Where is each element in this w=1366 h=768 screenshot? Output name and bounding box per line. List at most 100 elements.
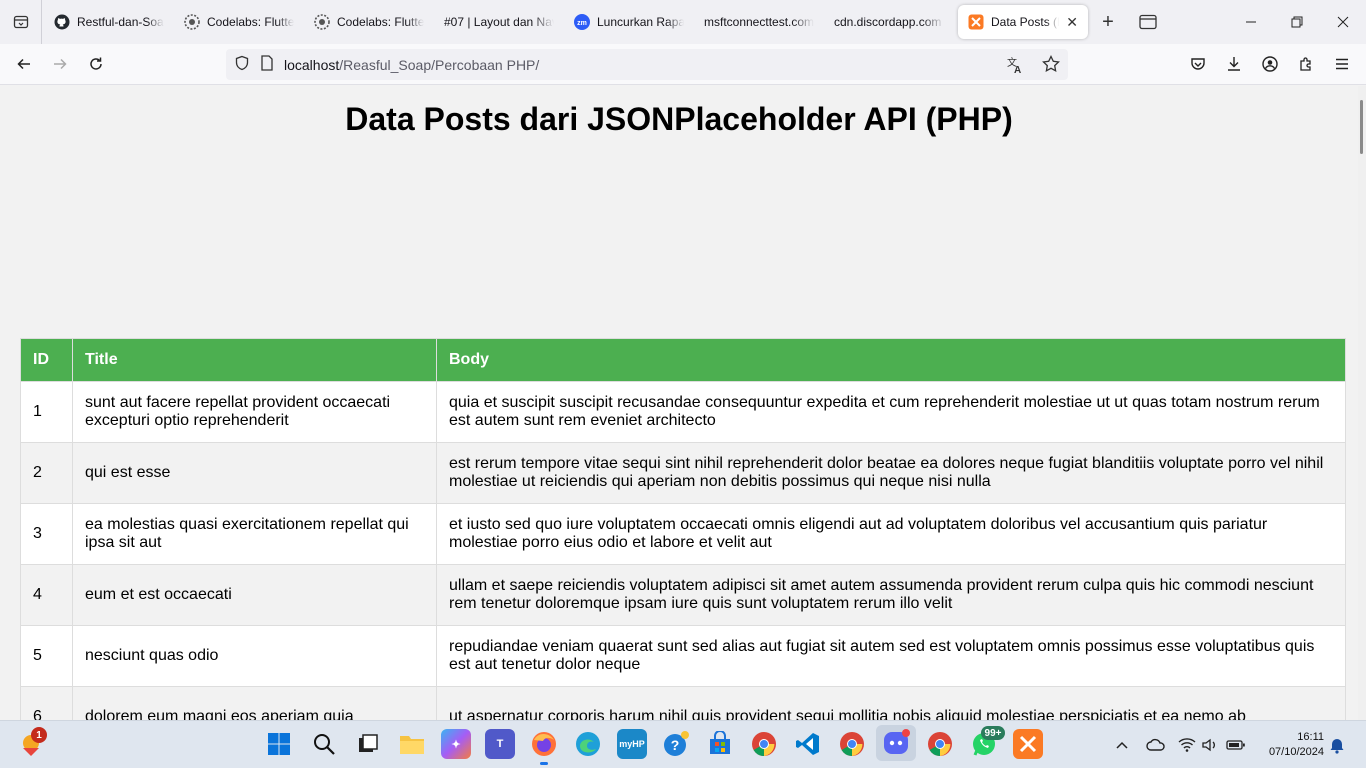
weather-widget[interactable]: 1 (17, 727, 47, 759)
tab-label: Data Posts (PHP) (991, 15, 1059, 29)
plus-icon: + (1102, 10, 1114, 33)
tab-luncurkan-rapat[interactable]: zm Luncurkan Rapat (564, 5, 694, 39)
search-button[interactable] (309, 729, 339, 759)
close-window-button[interactable] (1320, 0, 1366, 44)
battery-button[interactable] (1226, 721, 1246, 768)
translate-icon[interactable]: 文A (1006, 56, 1024, 77)
cell-title: ea molestias quasi exercitationem repell… (72, 503, 437, 565)
copilot-icon: ✦ (451, 738, 461, 751)
file-explorer-app[interactable] (397, 729, 427, 759)
tab-list-icon (13, 15, 28, 29)
page-scrollbar[interactable] (1358, 86, 1366, 720)
url-path: /Reasful_Soap/Percobaan PHP/ (339, 56, 540, 73)
tab-cdn-discordapp[interactable]: cdn.discordapp.com (824, 5, 954, 39)
chrome-app-3[interactable] (925, 729, 955, 759)
tab-label: #07 | Layout dan Nav (444, 15, 554, 29)
whatsapp-app[interactable]: 99+ (969, 726, 1005, 759)
tab-data-posts[interactable]: Data Posts (PHP) ✕ (958, 5, 1088, 39)
tab-label: Restful-dan-Soap (77, 15, 164, 29)
copilot-app[interactable]: ✦ (441, 729, 471, 759)
tab-label: Codelabs: Flutter (207, 15, 294, 29)
teams-app[interactable]: T (485, 729, 515, 759)
start-button[interactable] (264, 729, 294, 759)
tab-codelabs-flutter-1[interactable]: Codelabs: Flutter (174, 5, 304, 39)
bookmark-star-icon[interactable] (1042, 54, 1060, 76)
navigation-bar: localhost/Reasful_Soap/Percobaan PHP/ 文A (0, 44, 1366, 85)
task-view-button[interactable] (353, 729, 383, 759)
column-header-body: Body (436, 338, 1346, 382)
column-header-title: Title (72, 338, 437, 382)
close-icon (1337, 16, 1349, 28)
onedrive-button[interactable] (1146, 721, 1166, 768)
xampp-icon (1019, 735, 1037, 753)
extensions-button[interactable] (1288, 48, 1324, 80)
cell-body: est rerum tempore vitae sequi sint nihil… (436, 442, 1346, 504)
clock[interactable]: 16:11 07/10/2024 (1269, 730, 1324, 760)
tab-label: Luncurkan Rapat (597, 15, 684, 29)
page-content: Data Posts dari JSONPlaceholder API (PHP… (0, 86, 1358, 720)
account-icon (1262, 56, 1278, 72)
page-info-icon[interactable] (260, 55, 274, 74)
forward-button[interactable] (42, 48, 78, 80)
show-hidden-icons-button[interactable] (1114, 721, 1130, 768)
myhp-app[interactable]: myHP (617, 729, 647, 759)
xampp-app[interactable] (1013, 729, 1043, 759)
address-bar[interactable]: localhost/Reasful_Soap/Percobaan PHP/ 文A (226, 49, 1068, 80)
microsoft-store-app[interactable] (705, 729, 735, 759)
list-all-tabs-button[interactable] (0, 0, 42, 44)
discord-icon (884, 729, 910, 754)
cell-title: sunt aut facere repellat provident occae… (72, 381, 437, 443)
tab-layout-dan-nav[interactable]: #07 | Layout dan Nav (434, 5, 564, 39)
discord-app[interactable] (876, 725, 916, 761)
close-tab-icon[interactable]: ✕ (1066, 14, 1078, 31)
vscode-app[interactable] (793, 729, 823, 759)
tab-codelabs-flutter-2[interactable]: Codelabs: Flutter (304, 5, 434, 39)
chrome-app-2[interactable] (837, 729, 867, 759)
edge-app[interactable] (573, 729, 603, 759)
forward-arrow-icon (54, 58, 67, 70)
menu-button[interactable] (1324, 48, 1360, 80)
downloads-button[interactable] (1216, 48, 1252, 80)
notifications-button[interactable] (1329, 721, 1345, 768)
chrome-icon (928, 732, 952, 756)
volume-button[interactable] (1201, 721, 1219, 768)
pocket-button[interactable] (1180, 48, 1216, 80)
scrollbar-thumb[interactable] (1360, 100, 1363, 154)
url-text[interactable]: localhost/Reasful_Soap/Percobaan PHP/ (284, 57, 539, 73)
firefox-icon (532, 732, 556, 756)
minimize-icon (1246, 21, 1256, 23)
hamburger-menu-icon (1336, 58, 1348, 70)
tab-label: cdn.discordapp.com (834, 15, 942, 29)
tab-msftconnecttest[interactable]: msftconnecttest.com (694, 5, 824, 39)
cell-id: 3 (20, 503, 73, 565)
task-view-icon (359, 734, 378, 752)
help-icon: ? (664, 731, 689, 756)
table-row: 2 qui est esse est rerum tempore vitae s… (20, 442, 1346, 504)
cell-body: ullam et saepe reiciendis voluptatem adi… (436, 564, 1346, 626)
cell-body: repudiandae veniam quaerat sunt sed alia… (436, 625, 1346, 687)
folder-icon (400, 736, 424, 754)
table-row: 5 nesciunt quas odio repudiandae veniam … (20, 625, 1346, 687)
tab-restful-dan-soap[interactable]: Restful-dan-Soap (44, 5, 174, 39)
new-tab-button[interactable]: + (1088, 0, 1128, 44)
cell-title: nesciunt quas odio (72, 625, 437, 687)
minimize-button[interactable] (1228, 0, 1274, 44)
reload-button[interactable] (78, 48, 114, 80)
back-button[interactable] (6, 48, 42, 80)
firefox-view-button[interactable] (1128, 0, 1168, 44)
get-help-app[interactable]: ? (661, 729, 691, 759)
restore-button[interactable] (1274, 0, 1320, 44)
network-button[interactable] (1178, 721, 1196, 768)
firefox-app[interactable] (529, 729, 559, 765)
cell-body: et iusto sed quo iure voluptatem occaeca… (436, 503, 1346, 565)
myhp-icon: myHP (619, 739, 645, 749)
chrome-app-1[interactable] (749, 729, 779, 759)
speaker-icon (1202, 738, 1215, 752)
battery-icon (1226, 740, 1245, 750)
account-button[interactable] (1252, 48, 1288, 80)
tab-bar: Restful-dan-Soap Codelabs: Flutter Codel… (0, 0, 1366, 44)
svg-text:A: A (1014, 65, 1021, 74)
restore-icon (1291, 16, 1303, 28)
shield-icon[interactable] (234, 55, 250, 74)
cloud-icon (1146, 738, 1165, 751)
